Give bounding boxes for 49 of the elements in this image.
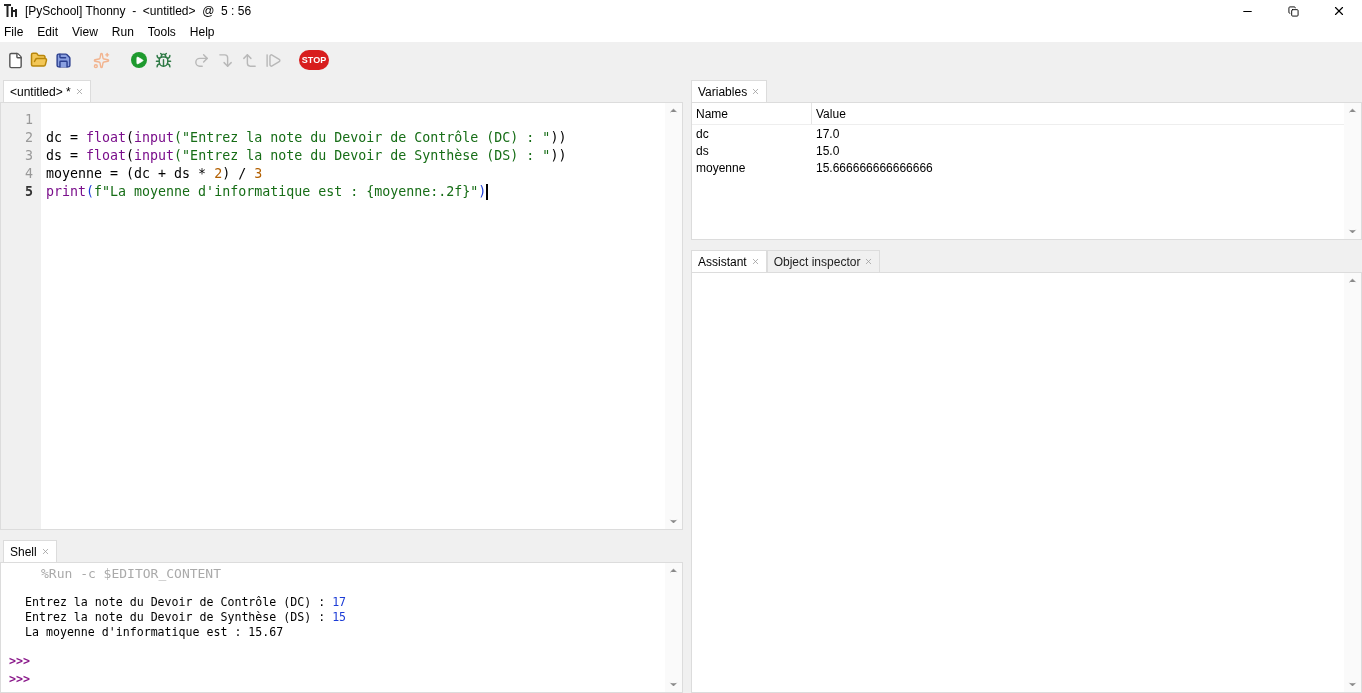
code-line: ds = float(input("Entrez la note du Devoir de Synthèse (DS) : ")) <box>46 147 567 165</box>
menu-item[interactable]: View <box>72 23 98 41</box>
output-line: La moyenne d'informatique est : 15.67 <box>24 625 285 640</box>
run-command: %Run -c $EDITOR_CONTENT <box>40 565 222 583</box>
menu-item[interactable]: Tools <box>147 23 176 41</box>
tab-label: Variables <box>698 83 748 101</box>
scrollbar[interactable] <box>665 563 682 692</box>
menu-item[interactable]: Run <box>111 23 134 41</box>
menu-item[interactable]: File <box>4 23 24 41</box>
tab-label: Shell <box>10 543 37 561</box>
shell-prompt: >>> <box>9 671 31 688</box>
output-line: Entrez la note du Devoir de Contrôle (DC) : 17 <box>24 595 348 610</box>
line-number: 3 <box>25 147 34 165</box>
scrollbar[interactable] <box>1344 103 1361 239</box>
menu-item[interactable]: Help <box>189 23 215 41</box>
window-title: [PySchool] Thonny - <untitled> @ 5 : 56 <box>25 3 252 20</box>
panel-tab[interactable]: Object inspector <box>766 250 881 272</box>
panel-tab[interactable]: Assistant <box>691 250 767 272</box>
code-line: dc = float(input("Entrez la note du Devoir de Contrôle (DC) : ")) <box>46 129 567 147</box>
column-header[interactable]: Value <box>812 103 1344 124</box>
line-number: 4 <box>25 165 34 183</box>
scrollbar[interactable] <box>665 103 682 529</box>
column-header[interactable]: Name <box>692 103 812 124</box>
line-number: 5 <box>25 183 34 201</box>
table-cell-text: 15.666666666666666 <box>815 159 934 177</box>
code-editor[interactable] <box>0 102 683 530</box>
panel-tab[interactable]: Shell <box>3 540 57 562</box>
text-cursor <box>486 184 489 200</box>
table-cell-text: 15.0 <box>815 142 841 160</box>
table-cell-text: 17.0 <box>815 125 841 143</box>
shell-prompt: >>> <box>9 653 31 670</box>
table-cell-text: moyenne <box>695 159 747 177</box>
line-number: 2 <box>25 129 34 147</box>
line-number: 1 <box>25 111 34 129</box>
shell-console[interactable]: %Run -c $EDITOR_CONTENT Entrez la note du Devoir de Contrôle (DC) : 17 Entrez la note du Devoir de Synthèse (DS) : 15 La moyenne d'informatique est : 15.67 >>> >>> <box>0 562 683 693</box>
tab-label: Assistant <box>698 253 747 271</box>
menu-item[interactable]: Edit <box>37 23 59 41</box>
table-cell-text: dc <box>695 125 710 143</box>
panel-tab[interactable]: <untitled> * <box>3 80 91 102</box>
code-line: moyenne = (dc + ds * 2) / 3 <box>46 165 263 183</box>
scrollbar[interactable] <box>1344 273 1361 692</box>
stop-button[interactable]: STOP <box>299 50 329 70</box>
app-logo-icon <box>3 4 19 18</box>
table-cell-text: ds <box>695 142 710 160</box>
panel-tab[interactable]: Variables <box>691 80 768 102</box>
output-line: Entrez la note du Devoir de Synthèse (DS) : 15 <box>24 610 348 625</box>
tab-label: Object inspector <box>773 253 861 271</box>
tab-label: <untitled> * <box>10 83 71 101</box>
code-line: print(f"La moyenne d'informatique est : {moyenne:.2f}") <box>46 183 487 201</box>
